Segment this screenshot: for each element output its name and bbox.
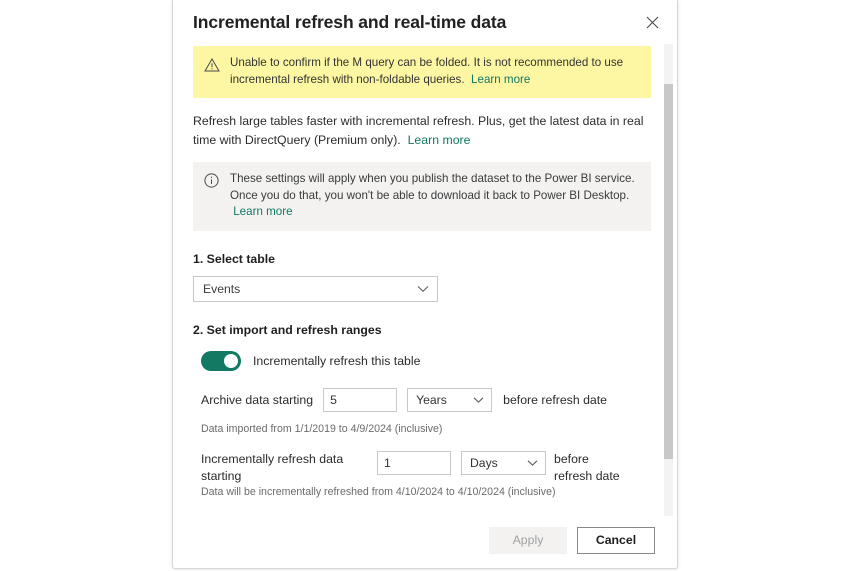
- toggle-knob: [224, 353, 238, 368]
- table-select[interactable]: Events: [193, 275, 438, 302]
- info-banner-message: These settings will apply when you publi…: [230, 172, 635, 202]
- dialog-footer: Apply Cancel: [173, 516, 677, 568]
- archive-hint: Data imported from 1/1/2019 to 4/9/2024 …: [201, 422, 443, 435]
- archive-suffix: before refresh date: [503, 392, 608, 407]
- step1-heading: 1. Select table: [193, 251, 276, 266]
- step2-heading: 2. Set import and refresh ranges: [193, 322, 382, 337]
- chevron-down-icon: [527, 459, 538, 466]
- incremental-refresh-dialog: Incremental refresh and real-time data U…: [172, 0, 678, 569]
- warning-banner-text: Unable to confirm if the M query can be …: [230, 55, 639, 88]
- archive-unit-select[interactable]: Years: [407, 387, 493, 412]
- intro-learn-more-link[interactable]: Learn more: [408, 133, 471, 147]
- scrollbar-thumb[interactable]: [664, 84, 673, 459]
- warning-triangle-icon: [204, 57, 220, 73]
- incremental-suffix: before refresh date: [554, 451, 620, 483]
- cancel-button[interactable]: Cancel: [577, 526, 655, 554]
- warning-learn-more-link[interactable]: Learn more: [471, 73, 530, 86]
- archive-amount-input[interactable]: [323, 387, 398, 412]
- close-icon[interactable]: [639, 9, 665, 35]
- incrementally-refresh-toggle-label: Incrementally refresh this table: [253, 353, 421, 368]
- incremental-hint: Data will be incrementally refreshed fro…: [201, 485, 556, 498]
- dialog-content: Unable to confirm if the M query can be …: [173, 46, 677, 516]
- info-banner: These settings will apply when you publi…: [193, 162, 651, 231]
- archive-label: Archive data starting: [201, 392, 314, 407]
- screen: Incremental refresh and real-time data U…: [0, 0, 856, 571]
- archive-range-row: Archive data starting Years before refre…: [193, 387, 651, 412]
- chevron-down-icon: [473, 396, 484, 403]
- incremental-unit-select[interactable]: Days: [461, 450, 546, 475]
- archive-unit-value: Years: [416, 392, 447, 407]
- dialog-header: Incremental refresh and real-time data: [173, 0, 677, 44]
- warning-banner: Unable to confirm if the M query can be …: [193, 46, 651, 98]
- dialog-body: Unable to confirm if the M query can be …: [173, 44, 677, 516]
- dialog-title: Incremental refresh and real-time data: [193, 11, 507, 32]
- info-learn-more-link[interactable]: Learn more: [233, 205, 292, 218]
- incremental-range-row: Incrementally refresh data starting Days…: [193, 450, 651, 485]
- warning-banner-message: Unable to confirm if the M query can be …: [230, 56, 624, 86]
- incremental-refresh-toggle-row: Incrementally refresh this table: [193, 350, 651, 371]
- incremental-amount-input[interactable]: [377, 450, 451, 475]
- intro-paragraph: Refresh large tables faster with increme…: [193, 112, 645, 150]
- chevron-down-icon: [417, 285, 429, 293]
- apply-button[interactable]: Apply: [489, 526, 567, 554]
- incremental-label: Incrementally refresh data starting: [201, 451, 344, 483]
- incremental-unit-value: Days: [470, 455, 498, 470]
- incrementally-refresh-toggle[interactable]: [201, 350, 241, 371]
- info-banner-text: These settings will apply when you publi…: [230, 171, 639, 221]
- table-select-value: Events: [203, 281, 241, 296]
- info-circle-icon: [204, 173, 220, 189]
